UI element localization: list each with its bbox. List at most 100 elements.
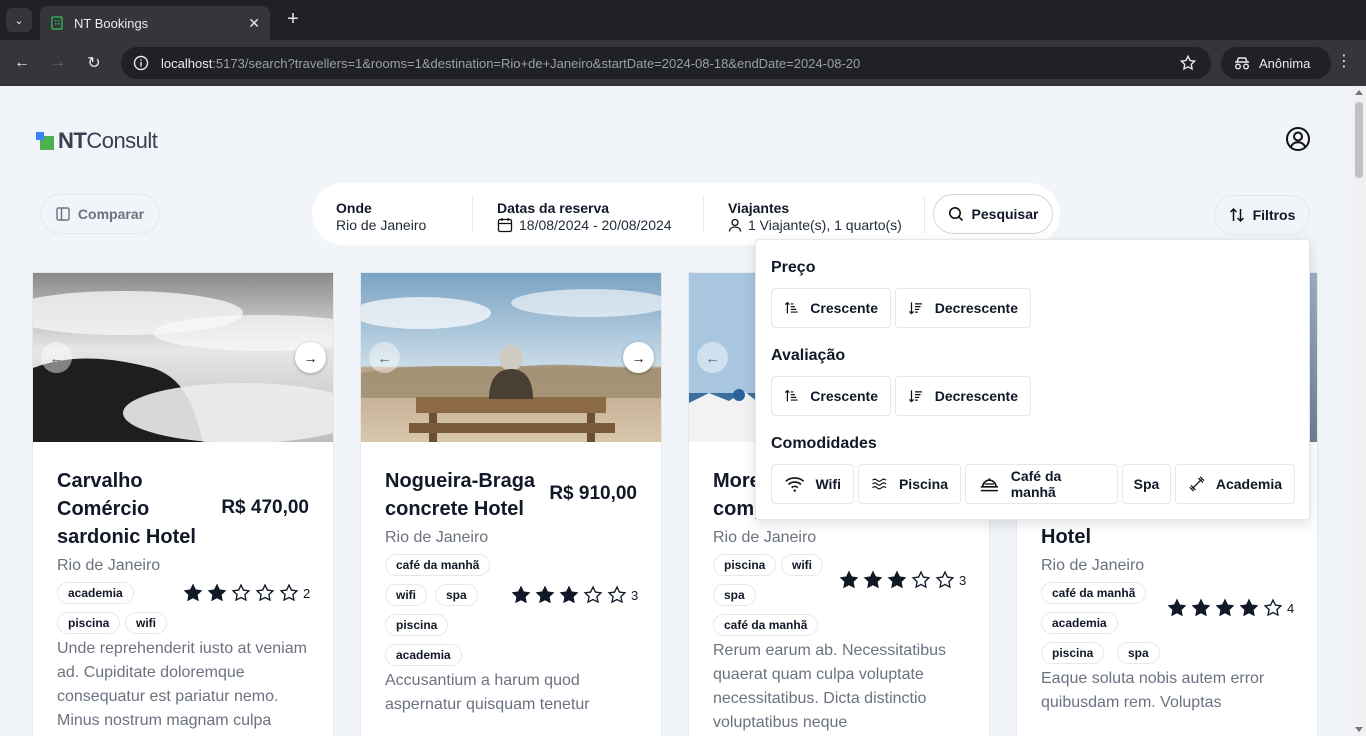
compare-label: Comparar (77, 206, 145, 222)
search-button[interactable]: Pesquisar (933, 194, 1053, 234)
scroll-down-arrow[interactable] (1355, 727, 1363, 732)
rating-stars: 2 (183, 583, 310, 603)
amenity-filter-spa[interactable]: Spa (1122, 464, 1171, 504)
amenity-filter-pool[interactable]: Piscina (858, 464, 961, 504)
scroll-up-arrow[interactable] (1355, 90, 1363, 95)
rating-value: 2 (303, 585, 311, 601)
amenities-section-title: Comodidades (771, 435, 877, 452)
travellers-field[interactable]: Viajantes 1 Viajante(s), 1 quarto(s) (728, 200, 902, 233)
dates-label: Datas da reserva (497, 200, 610, 216)
hotel-name: Carvalho Comércio sardonic Hotel (57, 470, 196, 548)
back-arrow-icon[interactable]: ← (10, 51, 34, 75)
star-outline-icon (231, 583, 251, 602)
browser-tab-bar: ⌄ NT Bookings ✕ + (0, 0, 1366, 40)
star-filled-icon (183, 583, 203, 602)
hotel-price: R$ 910,00 (549, 483, 637, 504)
price-ascending-button[interactable]: Crescente (771, 288, 891, 328)
amenity-filter-wifi[interactable]: Wifi (771, 464, 854, 504)
amenity-tag: piscina (385, 614, 449, 636)
star-outline-icon (911, 570, 931, 589)
sort-ascending-icon (784, 389, 798, 402)
hotel-city: Rio de Janeiro (385, 529, 489, 546)
hotel-photo (33, 273, 333, 442)
hotel-price: R$ 470,00 (221, 497, 309, 518)
close-tab-icon[interactable]: ✕ (248, 15, 260, 32)
star-outline-icon (255, 583, 275, 602)
address-bar[interactable]: localhost:5173/search?travellers=1&rooms… (121, 47, 1211, 79)
incognito-profile-button[interactable]: Anônima (1221, 47, 1331, 79)
incognito-icon (1235, 57, 1249, 70)
rating-descending-button[interactable]: Decrescente (895, 376, 1031, 416)
search-label: Pesquisar (971, 206, 1039, 222)
carousel-prev-button[interactable]: ← (41, 342, 72, 373)
divider (703, 197, 704, 233)
brand-logo[interactable]: NTConsult (36, 128, 158, 154)
carousel-prev-button[interactable]: ← (369, 342, 400, 373)
browser-toolbar: ← → ↻ localhost:5173/search?travellers=1… (0, 40, 1366, 86)
filters-button[interactable]: Filtros (1214, 195, 1310, 235)
hotel-card[interactable]: ← → Carvalho Comércio sardonic Hotel R$ 47… (32, 272, 334, 736)
rating-stars: 4 (1167, 598, 1294, 618)
tab-title: NT Bookings (74, 15, 149, 31)
dumbbell-icon (1189, 476, 1205, 492)
destination-label: Onde (336, 200, 372, 216)
logo-text-light: Consult (86, 128, 158, 153)
site-info-icon[interactable] (133, 55, 149, 71)
rating-ascending-button[interactable]: Crescente (771, 376, 891, 416)
url-host: localhost (161, 55, 213, 71)
sort-ascending-icon (784, 301, 798, 314)
amenity-tag: academia (57, 582, 134, 604)
carousel-next-button[interactable]: → (295, 342, 326, 373)
amenity-tag: spa (713, 584, 756, 606)
user-icon (728, 218, 742, 232)
hotel-city: Rio de Janeiro (57, 557, 161, 574)
hotel-card[interactable]: ← → Nogueira-Braga concrete Hotel R$ 910,… (360, 272, 662, 736)
amenity-filter-breakfast[interactable]: Café da manhã (965, 464, 1118, 504)
star-filled-icon (1239, 598, 1259, 617)
rating-stars: 3 (511, 585, 638, 605)
amenity-filter-gym[interactable]: Academia (1175, 464, 1295, 504)
compare-button[interactable]: Comparar (40, 194, 160, 234)
star-filled-icon (1191, 598, 1211, 617)
browser-tab[interactable]: NT Bookings ✕ (40, 6, 270, 40)
dates-value: 18/08/2024 - 20/08/2024 (519, 217, 672, 233)
price-section-title: Preço (771, 259, 816, 276)
page-scrollbar[interactable] (1352, 86, 1366, 736)
sort-descending-icon (908, 390, 922, 403)
logo-text-bold: NT (58, 128, 87, 153)
forward-arrow-icon[interactable]: → (46, 51, 70, 75)
profile-label: Anônima (1259, 55, 1311, 71)
amenity-tag: café da manhã (385, 554, 491, 576)
hotel-description: Unde reprehenderit iusto at veniam ad. C… (57, 640, 307, 729)
carousel-next-button[interactable]: → (623, 342, 654, 373)
amenity-tag: piscina (57, 612, 121, 634)
carousel-prev-button[interactable]: ← (697, 342, 728, 373)
sort-descending-icon (908, 302, 922, 315)
building-icon (51, 16, 63, 30)
travellers-label: Viajantes (728, 200, 790, 216)
price-descending-button[interactable]: Decrescente (895, 288, 1031, 328)
search-bar: Onde Rio de Janeiro Datas da reserva 18/… (312, 183, 1060, 245)
hotel-description: Rerum earum ab. Necessitatibus quaerat q… (713, 642, 946, 731)
divider (924, 197, 925, 233)
scrollbar-thumb[interactable] (1355, 102, 1363, 178)
amenity-tag: piscina (713, 554, 777, 576)
browser-menu-icon[interactable]: ⋮ (1334, 51, 1354, 71)
destination-field[interactable]: Onde Rio de Janeiro (336, 200, 426, 233)
amenity-tag: wifi (385, 584, 427, 606)
sort-arrows-icon (1229, 207, 1244, 223)
dates-field[interactable]: Datas da reserva 18/08/2024 - 20/08/2024 (497, 200, 672, 233)
new-tab-button[interactable]: + (282, 8, 304, 32)
hotel-city: Rio de Janeiro (1041, 557, 1145, 574)
rating-stars: 3 (839, 570, 966, 590)
reload-icon[interactable]: ↻ (82, 51, 106, 75)
rating-value: 4 (1287, 600, 1295, 616)
url-path: :5173/search?travellers=1&rooms=1&destin… (212, 55, 861, 71)
star-filled-icon (1215, 598, 1235, 617)
bookmark-star-icon[interactable] (1179, 54, 1197, 72)
star-filled-icon (839, 570, 859, 589)
columns-icon (56, 207, 70, 221)
search-icon (948, 207, 963, 222)
tab-search-button[interactable]: ⌄ (6, 8, 32, 32)
user-account-icon[interactable] (1285, 126, 1311, 152)
